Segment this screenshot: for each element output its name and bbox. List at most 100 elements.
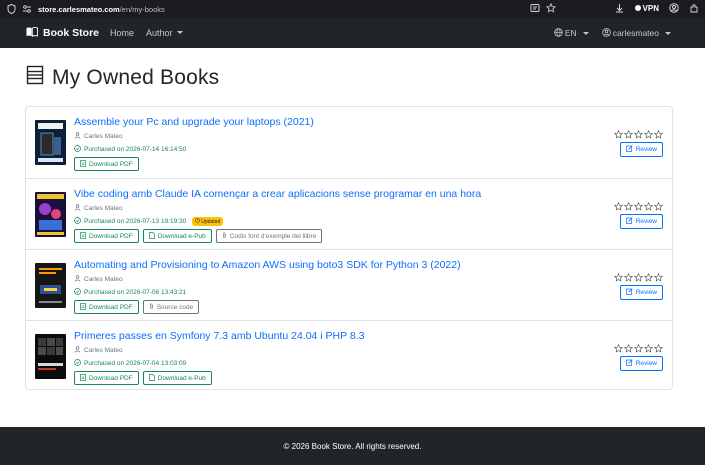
star-empty-icon[interactable] [643, 126, 654, 139]
download-pdf-button[interactable]: Download PDF [74, 371, 139, 385]
star-empty-icon[interactable] [633, 269, 644, 282]
star-empty-icon[interactable] [613, 340, 624, 353]
user-dropdown[interactable]: carlesmateo [601, 27, 671, 39]
book-row: Automating and Provisioning to Amazon AW… [26, 249, 672, 319]
star-empty-icon[interactable] [613, 198, 624, 211]
review-label: Review [635, 360, 657, 367]
person-icon [74, 204, 81, 213]
purchase-date-text: Purchased on 2026-07-14 16:14:50 [84, 146, 187, 153]
review-button[interactable]: Review [619, 142, 663, 157]
review-button[interactable]: Review [619, 356, 663, 371]
rating-stars[interactable] [613, 198, 664, 211]
vpn-status-icon [634, 5, 641, 11]
star-empty-icon[interactable] [653, 340, 664, 353]
site-settings-icon[interactable] [22, 4, 32, 14]
download-epub-button[interactable]: Download e-Pub [142, 371, 212, 385]
nav-author-dropdown[interactable]: Author [146, 28, 183, 38]
rating-stars[interactable] [613, 269, 664, 282]
author-name: Carles Mateo [84, 347, 123, 354]
chevron-down-icon [582, 31, 589, 35]
chevron-down-icon [665, 31, 671, 35]
star-empty-icon[interactable] [643, 198, 654, 211]
book-author: Carles Mateo [74, 204, 594, 213]
download-epub-button[interactable]: Download e-Pub [142, 229, 212, 243]
book-title-link[interactable]: Assemble your Pc and upgrade your laptop… [74, 116, 594, 128]
user-label: carlesmateo [612, 28, 659, 38]
purchase-date-text: Purchased on 2026-07-13 19:19:30 [84, 218, 187, 225]
rating-stars[interactable] [613, 126, 664, 139]
alert-icon [195, 218, 201, 225]
book-cover[interactable] [35, 192, 66, 237]
source-code-button[interactable]: Codis font d'exemple del llibre [215, 229, 323, 243]
author-name: Carles Mateo [84, 276, 123, 283]
extensions-icon[interactable] [689, 3, 699, 13]
file-pdf-icon [80, 373, 86, 383]
nav-home-link[interactable]: Home [110, 28, 134, 38]
vpn-button[interactable]: VPN [634, 4, 659, 13]
bookmark-star-icon[interactable] [546, 3, 556, 13]
star-empty-icon[interactable] [623, 340, 634, 353]
review-button[interactable]: Review [619, 285, 663, 300]
person-icon [74, 346, 81, 355]
star-empty-icon[interactable] [633, 126, 644, 139]
paperclip-icon [149, 302, 154, 312]
star-empty-icon[interactable] [623, 269, 634, 282]
language-dropdown[interactable]: EN [554, 27, 589, 39]
footer-copyright: © 2026 Book Store. All rights reserved. [283, 441, 422, 451]
purchase-date: Purchased on 2026-07-04 13:03:09 [74, 359, 594, 368]
url-host: store.carlesmateo.com [38, 4, 120, 14]
nav-author-label: Author [146, 28, 173, 38]
author-name: Carles Mateo [84, 205, 123, 212]
review-button[interactable]: Review [619, 214, 663, 229]
star-empty-icon[interactable] [633, 198, 644, 211]
browser-toolbar: store.carlesmateo.com/en/my-books VPN [0, 0, 705, 18]
star-empty-icon[interactable] [653, 269, 664, 282]
reader-view-icon[interactable] [530, 3, 540, 13]
book-cover[interactable] [35, 263, 66, 308]
star-empty-icon[interactable] [623, 198, 634, 211]
book-cover[interactable] [35, 120, 66, 165]
downloads-icon[interactable] [615, 3, 625, 13]
download-pdf-label: Download PDF [89, 374, 133, 382]
book-cover[interactable] [35, 334, 66, 379]
author-name: Carles Mateo [84, 133, 123, 140]
shield-icon[interactable] [6, 4, 16, 14]
file-icon [148, 373, 155, 383]
book-title-link[interactable]: Automating and Provisioning to Amazon AW… [74, 259, 594, 271]
check-circle-icon [74, 217, 81, 226]
page-heading: My Owned Books [26, 65, 219, 90]
download-pdf-button[interactable]: Download PDF [74, 300, 139, 314]
file-pdf-icon [80, 231, 86, 241]
review-label: Review [635, 146, 657, 153]
star-empty-icon[interactable] [643, 340, 654, 353]
edit-icon [625, 288, 633, 297]
book-title-link[interactable]: Vibe coding amb Claude IA començar a cre… [74, 188, 594, 200]
star-empty-icon[interactable] [613, 126, 624, 139]
star-empty-icon[interactable] [613, 269, 624, 282]
owned-books-list: Assemble your Pc and upgrade your laptop… [25, 106, 673, 390]
star-empty-icon[interactable] [633, 340, 644, 353]
paperclip-icon [222, 231, 227, 241]
download-epub-label: Download e-Pub [157, 374, 206, 382]
star-empty-icon[interactable] [653, 198, 664, 211]
star-empty-icon[interactable] [643, 269, 654, 282]
star-empty-icon[interactable] [623, 126, 634, 139]
source-code-button[interactable]: Source code [142, 300, 200, 314]
book-author: Carles Mateo [74, 275, 594, 284]
book-row: Primeres passes en Symfony 7.3 amb Ubunt… [26, 320, 672, 390]
person-icon [74, 275, 81, 284]
edit-icon [625, 217, 633, 226]
download-pdf-button[interactable]: Download PDF [74, 157, 139, 171]
brand-name: Book Store [43, 27, 100, 39]
purchase-date-text: Purchased on 2026-07-04 13:03:09 [84, 360, 187, 367]
star-empty-icon[interactable] [653, 126, 664, 139]
rating-stars[interactable] [613, 340, 664, 353]
user-circle-icon [601, 27, 611, 39]
edit-icon [625, 145, 633, 154]
book-title-link[interactable]: Primeres passes en Symfony 7.3 amb Ubunt… [74, 330, 594, 342]
file-pdf-icon [80, 302, 86, 312]
address-bar[interactable]: store.carlesmateo.com/en/my-books [38, 5, 165, 14]
brand-link[interactable]: Book Store [26, 26, 100, 40]
account-icon[interactable] [669, 3, 679, 13]
download-pdf-button[interactable]: Download PDF [74, 229, 139, 243]
